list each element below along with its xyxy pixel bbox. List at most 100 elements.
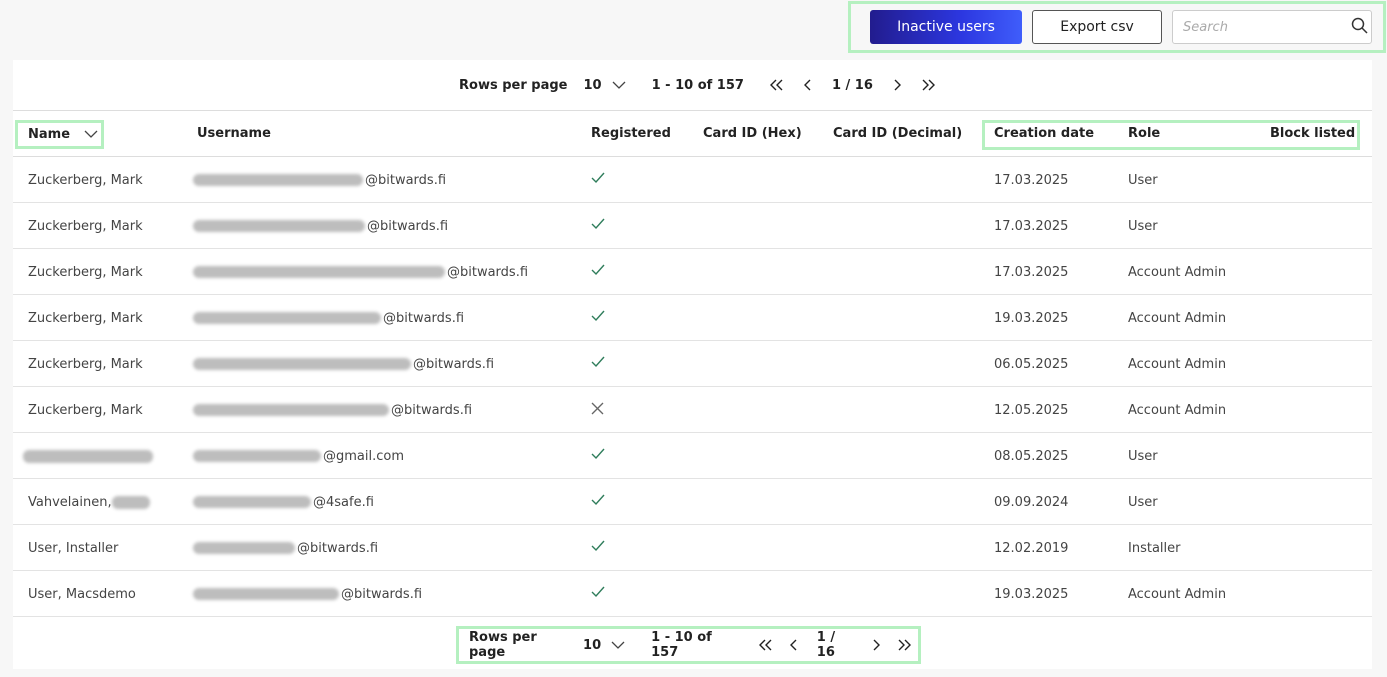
range-text: 1 - 10 of 157 xyxy=(651,77,744,93)
cell-creation-date: 19.03.2025 xyxy=(994,310,1069,326)
cell-registered xyxy=(591,341,605,387)
email-domain: @bitwards.fi xyxy=(413,356,495,372)
table-row[interactable]: Vahvelainen, @4safe.fi 09.09.2024 User xyxy=(13,479,1372,525)
page-indicator: 1 / 16 xyxy=(831,77,873,93)
pagination-bottom: Rows per page 10 1 - 10 of 157 1 / 16 xyxy=(456,626,921,664)
export-csv-button[interactable]: Export csv xyxy=(1032,10,1162,44)
cell-role: User xyxy=(1128,218,1158,234)
table-body: Zuckerberg, Mark @bitwards.fi 17.03.2025 Us… xyxy=(13,157,1372,617)
check-icon xyxy=(591,356,605,372)
cell-role: Account Admin xyxy=(1128,402,1227,418)
cross-icon xyxy=(591,402,604,419)
table-header: Name Username Registered Card ID (Hex) C… xyxy=(13,110,1372,157)
table-row[interactable]: User, Macsdemo @bitwards.fi 19.03.2025 Acco… xyxy=(13,571,1372,617)
redacted-username xyxy=(193,450,321,462)
table-row[interactable]: Zuckerberg, Mark @bitwards.fi 06.05.2025 Ac… xyxy=(13,341,1372,387)
check-icon xyxy=(591,494,605,510)
cell-name: Zuckerberg, Mark xyxy=(28,203,143,249)
name-text: Zuckerberg, Mark xyxy=(28,310,143,326)
table-row[interactable]: @gmail.com 08.05.2025 User xyxy=(13,433,1372,479)
name-text: User, Macsdemo xyxy=(28,586,136,602)
email-domain: @bitwards.fi xyxy=(367,218,449,234)
next-page-icon[interactable] xyxy=(864,639,891,651)
column-header-role[interactable]: Role xyxy=(1128,110,1160,157)
check-icon xyxy=(591,172,605,188)
name-text: Zuckerberg, Mark xyxy=(28,356,143,372)
cell-username: @bitwards.fi xyxy=(193,387,472,433)
cell-role: Account Admin xyxy=(1128,586,1227,602)
column-header-username[interactable]: Username xyxy=(197,110,271,157)
chevron-down-icon xyxy=(611,638,625,653)
prev-page-icon[interactable] xyxy=(792,79,822,91)
email-domain: @bitwards.fi xyxy=(383,310,465,326)
cell-name: Zuckerberg, Mark xyxy=(28,387,143,433)
rows-per-page-label: Rows per page xyxy=(459,77,568,93)
table-row[interactable]: Zuckerberg, Mark @bitwards.fi 17.03.2025 Ac… xyxy=(13,249,1372,295)
first-page-icon[interactable] xyxy=(753,639,780,651)
check-icon xyxy=(591,218,605,234)
sort-chevron-icon xyxy=(84,127,98,142)
email-domain: @gmail.com xyxy=(323,448,405,464)
table-row[interactable]: Zuckerberg, Mark @bitwards.fi 17.03.2025 Us… xyxy=(13,203,1372,249)
table-row[interactable]: Zuckerberg, Mark @bitwards.fi 19.03.2025 Ac… xyxy=(13,295,1372,341)
check-icon xyxy=(591,540,605,556)
redacted-username xyxy=(193,588,339,600)
table-row[interactable]: User, Installer @bitwards.fi 12.02.2019 Ins… xyxy=(13,525,1372,571)
cell-registered xyxy=(591,387,604,433)
redacted-username xyxy=(193,220,365,232)
cell-username: @bitwards.fi xyxy=(193,203,448,249)
last-page-icon[interactable] xyxy=(891,639,918,651)
cell-registered xyxy=(591,525,605,571)
next-page-icon[interactable] xyxy=(883,79,913,91)
search-input[interactable] xyxy=(1183,19,1351,35)
cell-role: Account Admin xyxy=(1128,264,1227,280)
cell-role: User xyxy=(1128,448,1158,464)
redacted-username xyxy=(193,542,295,554)
redacted-username xyxy=(193,312,381,324)
cell-username: @bitwards.fi xyxy=(193,571,422,617)
cell-creation-date: 17.03.2025 xyxy=(994,218,1069,234)
column-header-registered[interactable]: Registered xyxy=(591,110,671,157)
table-row[interactable]: Zuckerberg, Mark @bitwards.fi 12.05.2025 Ac… xyxy=(13,387,1372,433)
cell-role: Account Admin xyxy=(1128,310,1227,326)
name-text: Zuckerberg, Mark xyxy=(28,218,143,234)
cell-registered xyxy=(591,571,605,617)
cell-username: @bitwards.fi xyxy=(193,295,464,341)
rows-per-page-label: Rows per page xyxy=(469,630,537,660)
page-indicator: 1 / 16 xyxy=(816,630,836,660)
cell-registered xyxy=(591,479,605,525)
column-header-card-hex[interactable]: Card ID (Hex) xyxy=(703,110,802,157)
table-row[interactable]: Zuckerberg, Mark @bitwards.fi 17.03.2025 Us… xyxy=(13,157,1372,203)
email-domain: @bitwards.fi xyxy=(391,402,473,418)
cell-role: User xyxy=(1128,172,1158,188)
users-table-card: Rows per page 10 1 - 10 of 157 1 / 16 Na… xyxy=(13,60,1372,669)
inactive-users-button[interactable]: Inactive users xyxy=(870,10,1022,44)
first-page-icon[interactable] xyxy=(762,79,792,91)
cell-name xyxy=(23,433,155,479)
column-header-card-decimal[interactable]: Card ID (Decimal) xyxy=(833,110,962,157)
prev-page-icon[interactable] xyxy=(780,639,807,651)
email-domain: @bitwards.fi xyxy=(365,172,447,188)
email-domain: @bitwards.fi xyxy=(341,586,423,602)
rows-per-page-select[interactable]: 10 xyxy=(583,78,626,93)
cell-registered xyxy=(591,249,605,295)
cell-creation-date: 08.05.2025 xyxy=(994,448,1069,464)
cell-role: Installer xyxy=(1128,540,1181,556)
check-icon xyxy=(591,448,605,464)
cell-name: Zuckerberg, Mark xyxy=(28,249,143,295)
cell-role: Account Admin xyxy=(1128,356,1227,372)
cell-name: User, Macsdemo xyxy=(28,571,136,617)
redacted-username xyxy=(193,174,363,186)
email-domain: @bitwards.fi xyxy=(447,264,529,280)
check-icon xyxy=(591,264,605,280)
cell-username: @bitwards.fi xyxy=(193,341,494,387)
last-page-icon[interactable] xyxy=(913,79,943,91)
check-icon xyxy=(591,586,605,602)
search-icon[interactable] xyxy=(1351,17,1368,38)
cell-creation-date: 09.09.2024 xyxy=(994,494,1069,510)
column-header-creation-date[interactable]: Creation date xyxy=(994,110,1094,157)
column-header-block-listed[interactable]: Block listed xyxy=(1270,110,1355,157)
rows-per-page-select[interactable]: 10 xyxy=(583,638,625,653)
cell-username: @gmail.com xyxy=(193,433,404,479)
column-header-name[interactable]: Name xyxy=(15,120,104,149)
